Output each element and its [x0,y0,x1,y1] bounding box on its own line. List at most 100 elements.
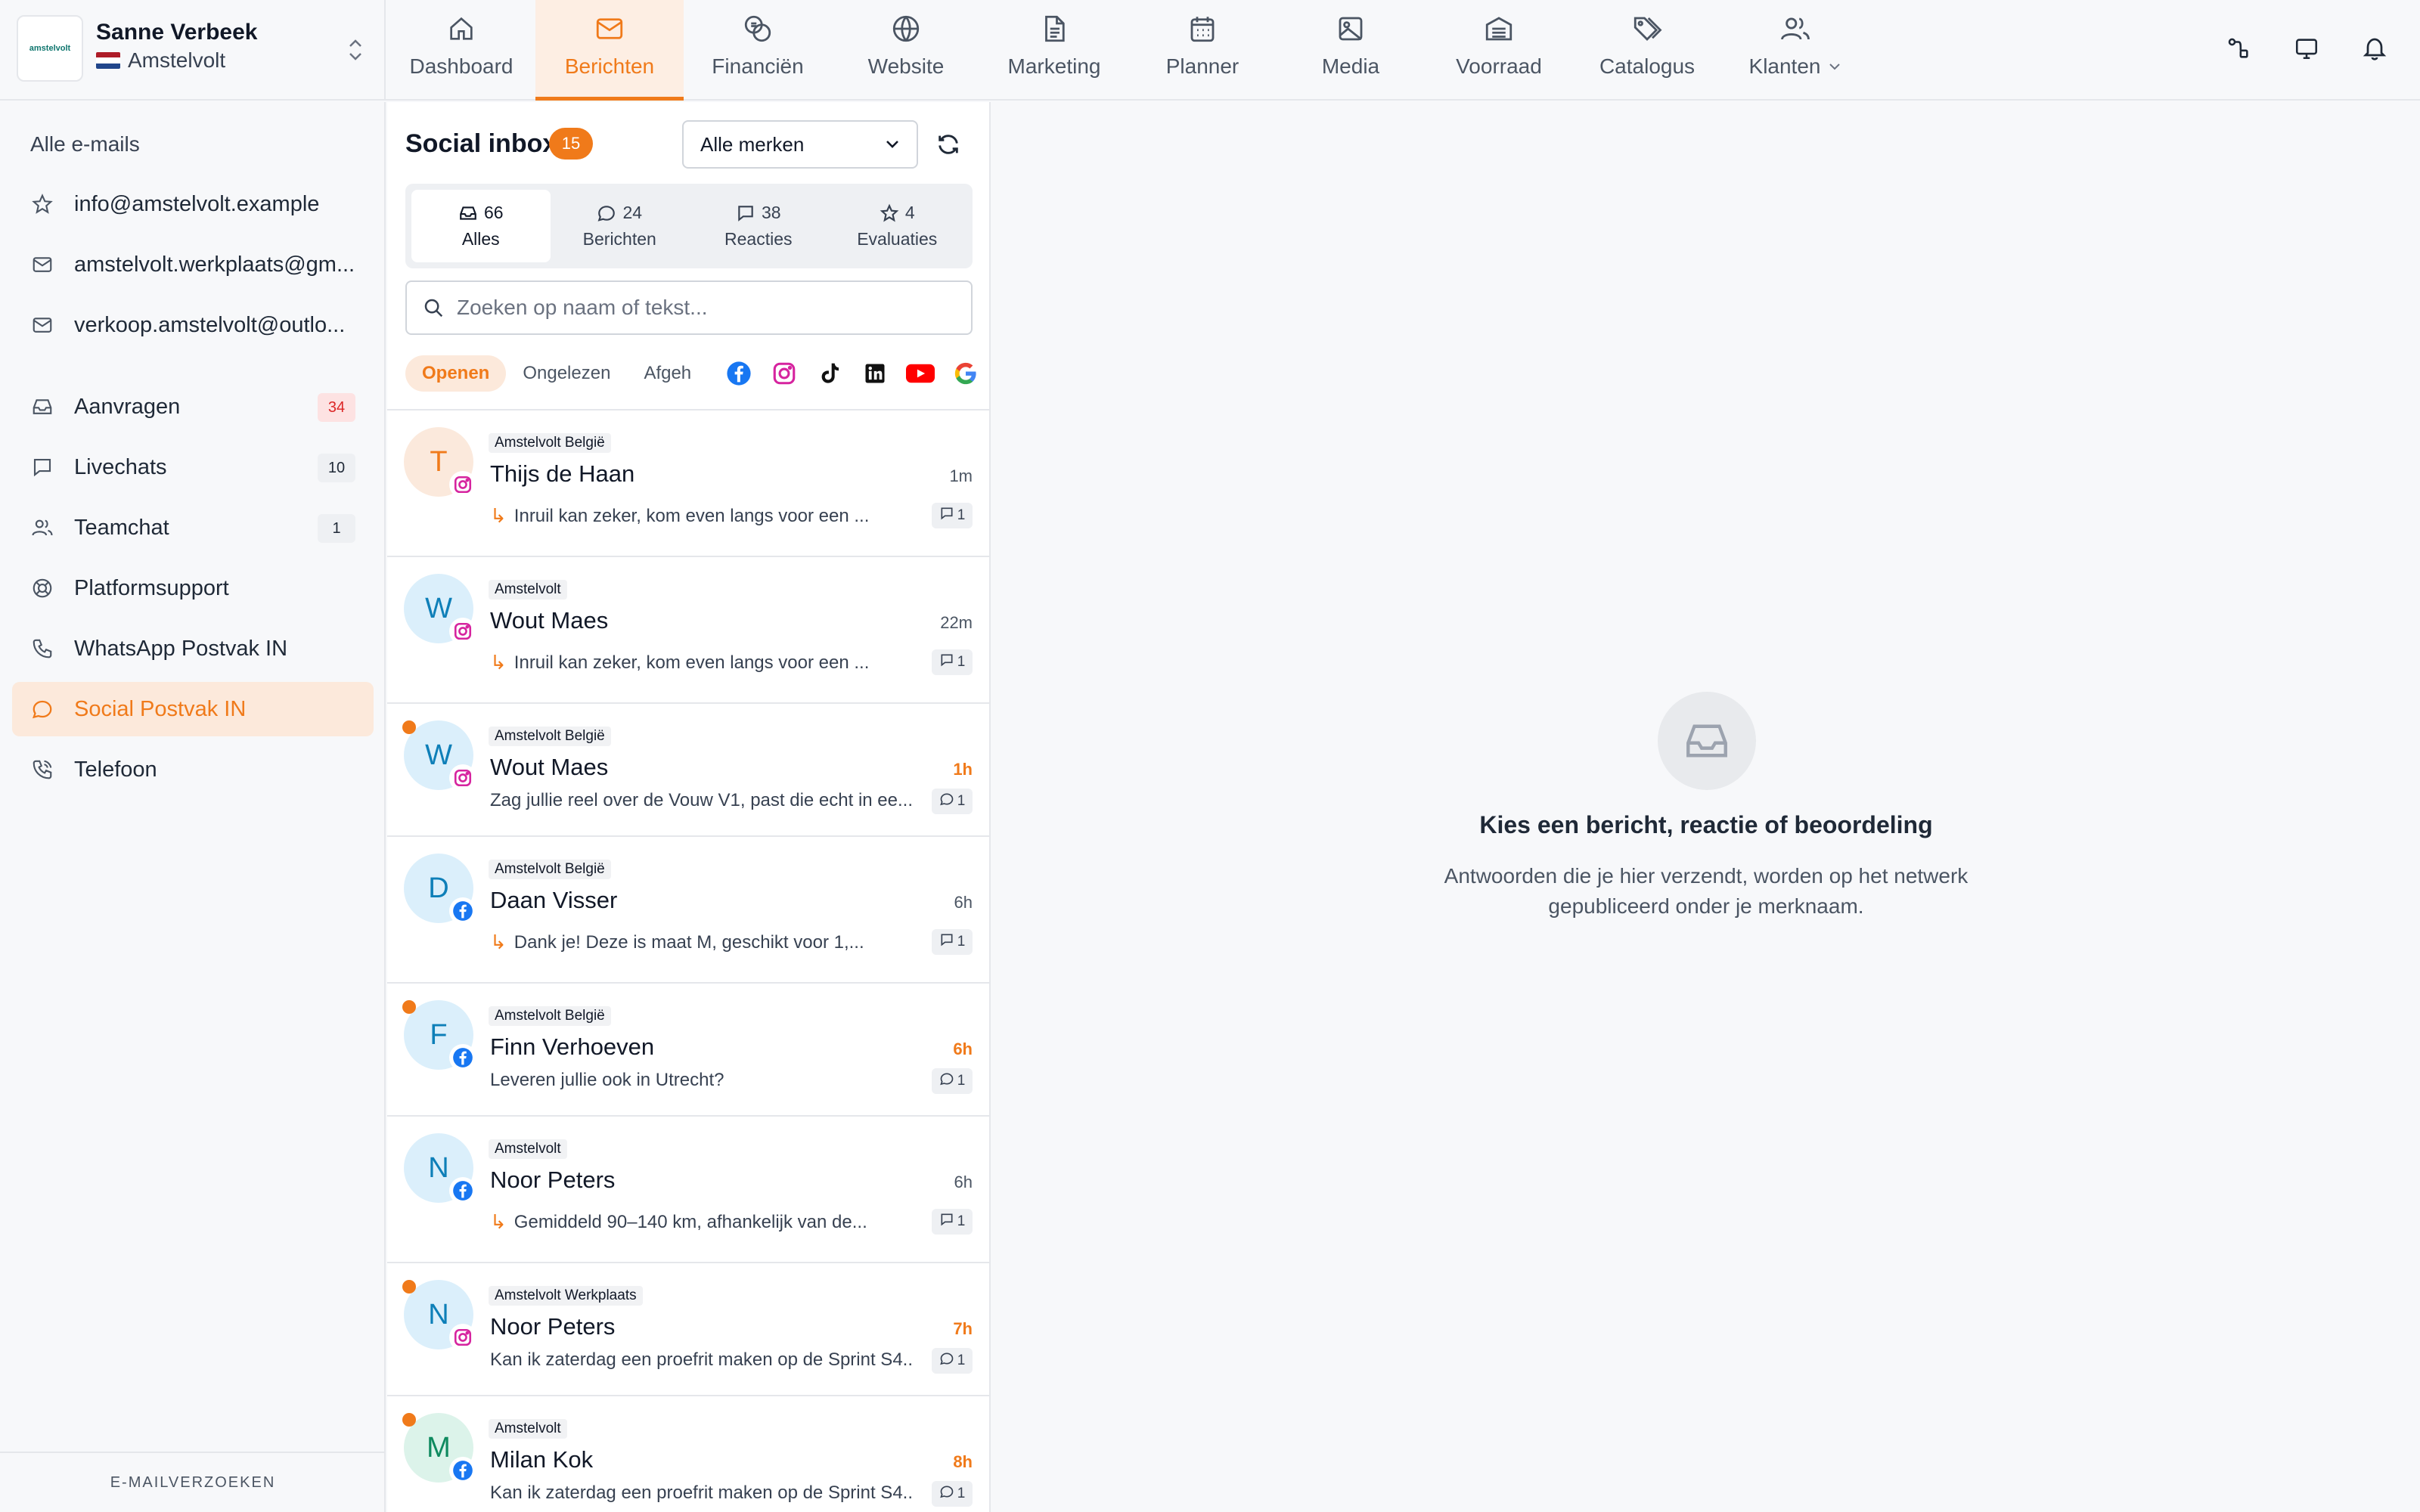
monitor-icon[interactable] [2291,30,2322,67]
message-snippet: Zag jullie reel over de Vouw V1, past di… [490,790,913,810]
conversation-row[interactable]: D Amstelvolt België Daan Visser 6h ↳ Dank je!… [387,837,989,984]
filter-open[interactable]: Openen [405,355,507,392]
facebook-icon [449,1457,476,1484]
reply-arrow-icon: ↳ [490,504,507,527]
nav-marketing[interactable]: Marketing [980,0,1128,99]
brand-tag: Amstelvolt België [489,1006,611,1026]
sender-name: Wout Maes [490,754,609,780]
integrations-icon[interactable] [2223,30,2254,67]
sender-name: Milan Kok [490,1446,594,1473]
avatar: N [404,1133,476,1204]
instagram-icon [449,471,476,498]
linkedin-icon[interactable] [861,359,889,388]
conversation-row[interactable]: N Amstelvolt Noor Peters 6h ↳ Gemiddeld 90–14… [387,1117,989,1263]
message-snippet: Kan ik zaterdag een proefrit maken op de… [490,1483,914,1503]
empty-state-subtitle: Antwoorden die je hier verzendt, worden … [1444,864,1969,918]
reply-count-badge: 1 [932,503,973,528]
nav-catalogus[interactable]: Catalogus [1573,0,1721,99]
sidebar-item-whatsapp[interactable]: WhatsApp Postvak IN [12,621,374,676]
chat-bubble-icon [939,1484,954,1504]
unread-dot [402,720,416,734]
comment-icon [939,1212,954,1232]
nav-label: Catalogus [1599,54,1696,78]
brand-tag: Amstelvolt Werkplaats [489,1286,643,1306]
tab-all[interactable]: 66 Alles [411,190,551,262]
google-icon[interactable] [951,359,980,388]
message-snippet: Leveren jullie ook in Utrecht? [490,1070,724,1090]
comment-icon [738,205,753,222]
brand-tag: Amstelvolt België [489,860,611,879]
team-icon [30,516,54,540]
instagram-icon [449,764,476,792]
reply-count-badge: 1 [932,1209,973,1235]
reply-arrow-icon: ↳ [490,651,507,674]
chevron-up-down-icon[interactable] [342,35,369,65]
nav-label: Marketing [1007,54,1101,78]
nav-voorraad[interactable]: Voorraad [1425,0,1573,99]
reply-count-badge: 1 [932,1068,973,1094]
comment-icon [939,932,954,952]
mail-icon [591,11,628,47]
instagram-icon[interactable] [770,359,799,388]
star-icon [880,203,899,222]
tab-comments[interactable]: 38 Reacties [689,190,828,262]
nav-media[interactable]: Media [1277,0,1425,99]
avatar: W [404,574,476,645]
brand-tag: Amstelvolt [489,580,567,600]
search-box[interactable] [405,280,973,335]
refresh-icon[interactable] [932,128,965,161]
sidebar-item-livechats[interactable]: Livechats 10 [12,440,374,494]
account-user-name: Sanne Verbeek [96,20,258,45]
youtube-icon[interactable] [906,359,935,388]
nav-planner[interactable]: Planner [1128,0,1277,99]
phone-icon [30,637,54,661]
unread-dot [402,1280,416,1294]
filter-done[interactable]: Afgeh [627,355,708,392]
avatar: T [404,427,476,498]
conversation-row[interactable]: W Amstelvolt Wout Maes 22m ↳ Inruil kan zeker… [387,557,989,704]
phone-call-icon [30,758,54,782]
conversation-row[interactable]: M Amstelvolt Milan Kok 8h Kan ik zaterdag ee… [387,1396,989,1512]
bell-icon[interactable] [2360,30,2390,67]
message-snippet: ↳ Inruil kan zeker, kom even langs voor e… [490,504,870,527]
nav-label: Berichten [564,54,655,78]
nav-website[interactable]: Website [832,0,980,99]
empty-state-title: Kies een bericht, reactie of beoordeling [1479,811,1933,838]
sender-name: Finn Verhoeven [490,1033,655,1060]
tiktok-icon[interactable] [815,359,844,388]
nav-berichten[interactable]: Berichten [535,0,684,101]
email-requests-footer[interactable]: E-MAILVERZOEKEN [0,1452,386,1512]
type-filter-segmented: 66 Alles 24 Berichten 38 Reacties 4 Eval… [405,184,973,268]
nav-financien[interactable]: Financiën [684,0,832,99]
social-inbox-panel: Social inbox 15 Alle merken 66 Alles 24 … [387,102,991,1512]
conversation-row[interactable]: F Amstelvolt België Finn Verhoeven 6h Levere… [387,984,989,1117]
unread-dot [402,1413,416,1427]
tab-messages[interactable]: 24 Berichten [551,190,690,262]
star-icon [30,192,54,216]
conversation-row[interactable]: T Amstelvolt België Thijs de Haan 1m ↳ Inruil… [387,411,989,557]
filter-unread[interactable]: Ongelezen [506,355,627,392]
account-org-name: Amstelvolt [128,48,226,72]
conversation-row[interactable]: W Amstelvolt België Wout Maes 1h Zag jullie … [387,704,989,837]
sidebar-item-telefoon[interactable]: Telefoon [12,742,374,797]
account-switcher[interactable]: amstelvolt Sanne Verbeek Amstelvolt [0,0,386,101]
sidebar-item-social[interactable]: Social Postvak IN [12,682,374,736]
search-input[interactable] [457,296,941,320]
sidebar-item-aanvragen[interactable]: Aanvragen 34 [12,380,374,434]
tab-reviews[interactable]: 4 Evaluaties [828,190,967,262]
sidebar-item-platformsupport[interactable]: Platformsupport [12,561,374,615]
mailbox-werkplaats[interactable]: amstelvolt.werkplaats@gm... [12,237,374,292]
mailbox-verkoop[interactable]: verkoop.amstelvolt@outlo... [12,298,374,352]
coins-icon [740,11,776,47]
calendar-icon [1184,11,1221,47]
all-emails-link[interactable]: Alle e-mails [30,132,140,156]
nav-dashboard[interactable]: Dashboard [387,0,535,99]
sidebar-item-teamchat[interactable]: Teamchat 1 [12,500,374,555]
nav-klanten[interactable]: Klanten [1721,0,1869,99]
brand-logo: amstelvolt [17,15,83,82]
brand-select[interactable]: Alle merken [682,120,918,169]
mailbox-info[interactable]: info@amstelvolt.example [12,177,374,231]
timestamp: 6h [954,893,973,912]
conversation-row[interactable]: N Amstelvolt Werkplaats Noor Peters 7h Kan i… [387,1263,989,1396]
facebook-icon[interactable] [724,359,753,388]
